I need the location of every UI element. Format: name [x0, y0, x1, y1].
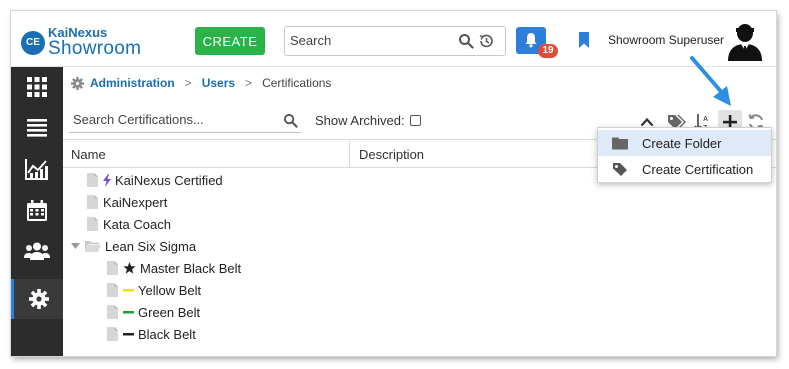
sidebar-item-charts[interactable] [11, 149, 63, 189]
folder-open-icon [85, 241, 101, 252]
chart-icon [25, 159, 48, 180]
document-icon [107, 261, 118, 275]
add-menu: Create Folder Create Certification [597, 127, 772, 183]
tree-item[interactable]: Master Black Belt [107, 257, 241, 279]
document-icon [107, 305, 118, 319]
settings-gear-icon [71, 76, 84, 90]
sidebar-item-administration[interactable] [11, 279, 63, 319]
breadcrumb: Administration > Users > Certifications [71, 73, 331, 93]
star-icon [123, 262, 136, 274]
global-search[interactable] [284, 26, 506, 56]
column-divider[interactable] [349, 141, 350, 168]
lightning-icon [103, 173, 111, 187]
tree-item[interactable]: Yellow Belt [107, 279, 201, 301]
tree-item-label: Kata Coach [103, 216, 171, 232]
tree-item-label: Black Belt [138, 326, 196, 342]
annotation-arrow-icon [690, 56, 731, 106]
tree-item-label: KaiNexus Certified [115, 172, 223, 188]
kainexus-logo[interactable]: CE KaiNexus Showroom [21, 25, 151, 59]
tree-item-label: Lean Six Sigma [105, 238, 197, 254]
search-icon[interactable] [458, 33, 474, 49]
sidebar-item-list[interactable] [11, 108, 63, 148]
calendar-icon [27, 199, 47, 221]
notification-count-badge: 19 [538, 44, 558, 58]
top-header: CE KaiNexus Showroom CREATE 19 [11, 11, 776, 67]
sidebar-item-people[interactable] [11, 231, 63, 271]
certifications-search[interactable] [69, 109, 301, 133]
document-icon [107, 283, 118, 297]
tag-icon [613, 163, 627, 176]
sidebar-item-calendar[interactable] [11, 190, 63, 230]
document-icon [87, 195, 98, 209]
notifications-button[interactable]: 19 [516, 27, 558, 58]
breadcrumb-users[interactable]: Users [202, 76, 235, 90]
tree-item-label: Green Belt [138, 304, 201, 320]
document-icon [87, 217, 98, 231]
certifications-search-input[interactable] [73, 112, 273, 127]
create-button[interactable]: CREATE [195, 27, 265, 55]
breadcrumb-administration[interactable]: Administration [90, 76, 175, 90]
yellow-belt-icon [123, 288, 134, 292]
tree-item-label: Master Black Belt [140, 260, 242, 276]
tree-item-label: KaiNexpert [103, 194, 168, 210]
show-archived-label: Show Archived: [315, 113, 405, 128]
black-belt-icon [123, 332, 134, 336]
svg-text:A: A [703, 116, 708, 123]
people-icon [24, 242, 50, 260]
gear-icon [28, 289, 49, 309]
tree-item[interactable]: KaiNexus Certified [87, 169, 223, 191]
global-search-input[interactable] [290, 33, 450, 48]
tree-item[interactable]: Black Belt [107, 323, 196, 345]
bell-icon [525, 33, 537, 48]
breadcrumb-certifications: Certifications [262, 76, 332, 90]
grid-icon [27, 77, 47, 97]
sidebar-item-dashboard[interactable] [11, 67, 63, 107]
search-icon[interactable] [283, 113, 298, 128]
tree-item-label: Yellow Belt [138, 282, 202, 298]
logo-badge: CE [21, 31, 45, 55]
create-certification-label: Create Certification [642, 161, 754, 177]
create-certification-item[interactable]: Create Certification [598, 156, 771, 182]
list-icon [27, 119, 47, 137]
tree-item[interactable]: Kata Coach [87, 213, 171, 235]
column-description-header[interactable]: Description [359, 147, 424, 162]
caret-down-icon[interactable] [71, 243, 80, 249]
create-folder-item[interactable]: Create Folder [598, 130, 771, 156]
bookmark-icon[interactable] [578, 32, 590, 48]
show-archived-toggle[interactable]: Show Archived: [315, 113, 421, 128]
app-window: CE KaiNexus Showroom CREATE 19 [11, 11, 776, 356]
folder-icon [612, 137, 628, 150]
left-sidebar [11, 67, 63, 356]
document-icon [87, 173, 98, 187]
breadcrumb-separator: > [245, 76, 253, 90]
column-name-header[interactable]: Name [71, 147, 106, 162]
user-name[interactable]: Showroom Superuser [608, 33, 724, 47]
green-belt-icon [123, 310, 134, 314]
main-panel: Administration > Users > Certifications … [63, 67, 776, 356]
document-icon [107, 327, 118, 341]
breadcrumb-separator: > [184, 76, 192, 90]
show-archived-checkbox[interactable] [409, 115, 421, 126]
create-folder-label: Create Folder [642, 135, 722, 151]
tree-item[interactable]: Green Belt [107, 301, 200, 323]
tree-item[interactable]: KaiNexpert [87, 191, 167, 213]
chevron-up-icon [640, 117, 654, 127]
history-icon[interactable] [478, 33, 494, 49]
logo-bottom-text: Showroom [48, 38, 142, 59]
tree-folder[interactable]: Lean Six Sigma [71, 235, 196, 257]
